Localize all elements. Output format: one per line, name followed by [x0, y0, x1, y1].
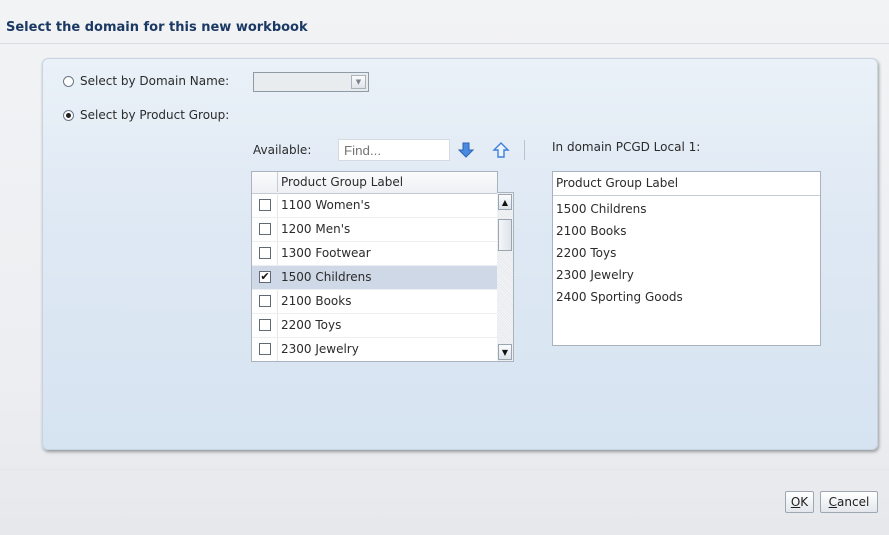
- move-down-button[interactable]: [455, 139, 477, 161]
- row-checkbox[interactable]: [259, 199, 271, 211]
- list-item[interactable]: 2100 Books: [556, 224, 626, 238]
- row-checkbox[interactable]: [259, 343, 271, 355]
- list-item[interactable]: 2200 Toys: [556, 246, 616, 260]
- radio-product-group-button[interactable]: [63, 109, 74, 121]
- domain-name-combobox[interactable]: ▼: [253, 72, 369, 92]
- available-table-header: Product Group Label: [252, 172, 497, 194]
- radio-select-by-domain-name[interactable]: Select by Domain Name:: [63, 74, 229, 88]
- in-domain-list: Product Group Label 1500 Childrens 2100 …: [552, 171, 821, 346]
- table-row[interactable]: 1200 Men's: [252, 218, 497, 242]
- available-table-scrollbar[interactable]: ▲ ▼: [497, 192, 514, 362]
- radio-domain-name-label: Select by Domain Name:: [80, 74, 230, 88]
- dialog-title: Select the domain for this new workbook: [6, 20, 308, 35]
- in-domain-list-header: Product Group Label: [553, 172, 820, 196]
- footer-divider: [0, 469, 889, 470]
- table-row[interactable]: 2300 Jewelry: [252, 338, 497, 361]
- scrollbar-thumb[interactable]: [498, 219, 512, 251]
- row-checkbox[interactable]: [259, 319, 271, 331]
- list-item[interactable]: 1500 Childrens: [556, 202, 647, 216]
- table-row[interactable]: 1100 Women's: [252, 194, 497, 218]
- table-row[interactable]: 1300 Footwear: [252, 242, 497, 266]
- find-input[interactable]: [338, 139, 450, 161]
- row-label: 1300 Footwear: [281, 246, 371, 260]
- row-label: 1100 Women's: [281, 198, 371, 212]
- select-column-header: [252, 172, 278, 192]
- cancel-button[interactable]: Cancel: [820, 491, 878, 513]
- list-item[interactable]: 2300 Jewelry: [556, 268, 634, 282]
- row-label: 2300 Jewelry: [281, 342, 359, 356]
- row-checkbox-checked[interactable]: ✔: [259, 271, 271, 283]
- row-label: 1200 Men's: [281, 222, 351, 236]
- move-up-button[interactable]: [490, 139, 512, 161]
- radio-product-group-label: Select by Product Group:: [80, 108, 230, 122]
- row-checkbox[interactable]: [259, 247, 271, 259]
- column-header-product-group-label: Product Group Label: [281, 175, 404, 189]
- arrow-up-icon: [492, 142, 510, 158]
- list-item[interactable]: 2400 Sporting Goods: [556, 290, 683, 304]
- cancel-mnemonic: C: [828, 495, 838, 509]
- toolbar-separator: [524, 140, 525, 160]
- ok-mnemonic: O: [790, 495, 801, 509]
- available-table: Product Group Label 1100 Women's 1200 Me…: [251, 171, 498, 362]
- row-checkbox[interactable]: [259, 223, 271, 235]
- available-label: Available:: [253, 143, 312, 157]
- radio-select-by-product-group[interactable]: Select by Product Group:: [63, 108, 229, 122]
- row-label: 2200 Toys: [281, 318, 342, 332]
- table-row[interactable]: 2100 Books: [252, 290, 497, 314]
- table-row[interactable]: 2200 Toys: [252, 314, 497, 338]
- in-domain-label: In domain PCGD Local 1:: [552, 140, 701, 154]
- in-domain-column-header: Product Group Label: [556, 176, 679, 190]
- row-label: 1500 Childrens: [281, 270, 372, 284]
- dialog: Select the domain for this new workbook …: [0, 0, 889, 535]
- scroll-up-icon[interactable]: ▲: [498, 194, 512, 210]
- title-divider: [0, 43, 889, 44]
- row-checkbox[interactable]: [259, 295, 271, 307]
- ok-button[interactable]: OK: [785, 491, 814, 513]
- chevron-down-icon[interactable]: ▼: [351, 75, 366, 89]
- row-label: 2100 Books: [281, 294, 352, 308]
- ok-label-rest: K: [800, 495, 809, 509]
- scroll-down-icon[interactable]: ▼: [498, 344, 512, 360]
- arrow-down-icon: [457, 142, 475, 158]
- radio-domain-name-button[interactable]: [63, 75, 74, 87]
- table-row-selected[interactable]: ✔ 1500 Childrens: [252, 266, 497, 290]
- cancel-label-rest: ancel: [837, 495, 870, 509]
